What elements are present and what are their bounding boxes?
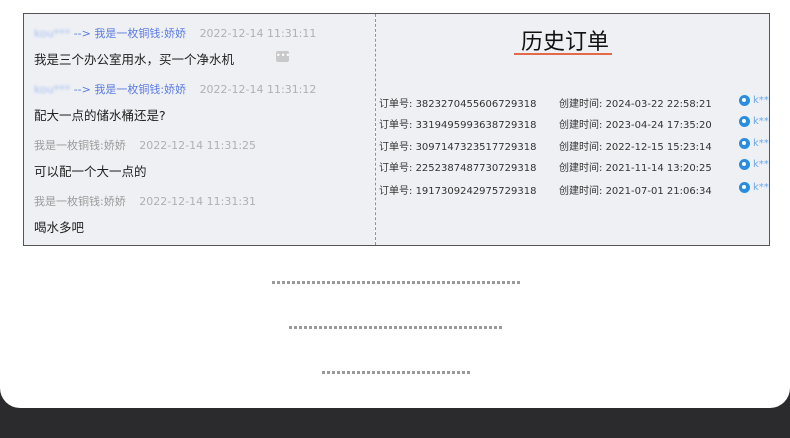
page-title: 历史订单: [521, 30, 610, 55]
order-time: 创建时间: 2021-11-14 13:20:25: [559, 163, 712, 174]
sender-name: 我是一枚铜钱:娇娇: [34, 139, 126, 152]
order-time: 创建时间: 2022-12-15 15:23:14: [559, 142, 712, 153]
sender-name: kou***: [34, 83, 71, 96]
order-time: 创建时间: 2021-07-01 21:06:34: [559, 186, 712, 197]
order-id: 订单号: 3097147323517729318: [379, 142, 537, 153]
message-text: 喝水多吧: [34, 220, 85, 235]
order-user[interactable]: k**: [753, 182, 769, 193]
order-id: 订单号: 3823270455606729318: [379, 99, 537, 110]
placeholder-line: [272, 281, 522, 284]
order-user[interactable]: k**: [753, 159, 769, 170]
page-card: kou*** --> 我是一枚铜钱:娇娇 2022-12-14 11:31:11…: [0, 0, 790, 408]
message-time: 2022-12-14 11:31:11: [199, 27, 317, 40]
message-time: 2022-12-14 11:31:31: [139, 195, 257, 208]
arrow: -->: [73, 83, 91, 96]
message-text: 可以配一个大一点的: [34, 164, 147, 179]
drop-icon: [739, 138, 750, 149]
message-meta: 我是一枚铜钱:娇娇 2022-12-14 11:31:25: [34, 137, 256, 153]
chat-message: 我是一枚铜钱:娇娇 2022-12-14 11:31:25 可以配一个大一点的: [34, 137, 256, 180]
placeholder-line: [289, 326, 504, 329]
sender-name: 我是一枚铜钱:娇娇: [34, 195, 126, 208]
placeholder-line: [322, 371, 470, 374]
message-text: 配大一点的储水桶还是?: [34, 108, 166, 123]
message-time: 2022-12-14 11:31:25: [139, 139, 257, 152]
order-time: 创建时间: 2023-04-24 17:35:20: [559, 120, 712, 131]
chat-message: 我是一枚铜钱:娇娇 2022-12-14 11:31:31 喝水多吧: [34, 193, 256, 236]
order-time: 创建时间: 2024-03-22 22:58:21: [559, 99, 712, 110]
order-user[interactable]: k**: [753, 116, 769, 127]
order-user[interactable]: k**: [753, 138, 769, 149]
drop-icon: [739, 116, 750, 127]
order-id: 订单号: 3319495993638729318: [379, 120, 537, 131]
message-text: 我是三个办公室用水，买一个净水机: [34, 52, 235, 67]
chat-message: kou*** --> 我是一枚铜钱:娇娇 2022-12-14 11:31:12…: [34, 81, 316, 124]
arrow: -->: [73, 27, 91, 40]
drop-icon: [739, 182, 750, 193]
chat-message: kou*** --> 我是一枚铜钱:娇娇 2022-12-14 11:31:11…: [34, 25, 316, 68]
receiver-name: 我是一枚铜钱:娇娇: [94, 83, 187, 96]
chat-order-panel: kou*** --> 我是一枚铜钱:娇娇 2022-12-14 11:31:11…: [23, 13, 770, 246]
drop-icon: [739, 159, 750, 170]
title-underline: [514, 53, 612, 55]
receiver-name: 我是一枚铜钱:娇娇: [94, 27, 187, 40]
sender-name: kou***: [34, 27, 71, 40]
message-meta: 我是一枚铜钱:娇娇 2022-12-14 11:31:31: [34, 193, 256, 209]
order-history: 历史订单 订单号: 3823270455606729318 创建时间: 2024…: [376, 14, 769, 245]
message-meta: kou*** --> 我是一枚铜钱:娇娇 2022-12-14 11:31:11: [34, 25, 316, 41]
order-id: 订单号: 1917309242975729318: [379, 186, 537, 197]
message-meta: kou*** --> 我是一枚铜钱:娇娇 2022-12-14 11:31:12: [34, 81, 316, 97]
ellipsis-icon[interactable]: •••: [276, 51, 290, 62]
drop-icon: [739, 95, 750, 106]
order-user[interactable]: k**: [753, 95, 769, 106]
message-time: 2022-12-14 11:31:12: [199, 83, 317, 96]
chat-history: kou*** --> 我是一枚铜钱:娇娇 2022-12-14 11:31:11…: [24, 14, 375, 245]
order-id: 订单号: 2252387487730729318: [379, 163, 537, 174]
